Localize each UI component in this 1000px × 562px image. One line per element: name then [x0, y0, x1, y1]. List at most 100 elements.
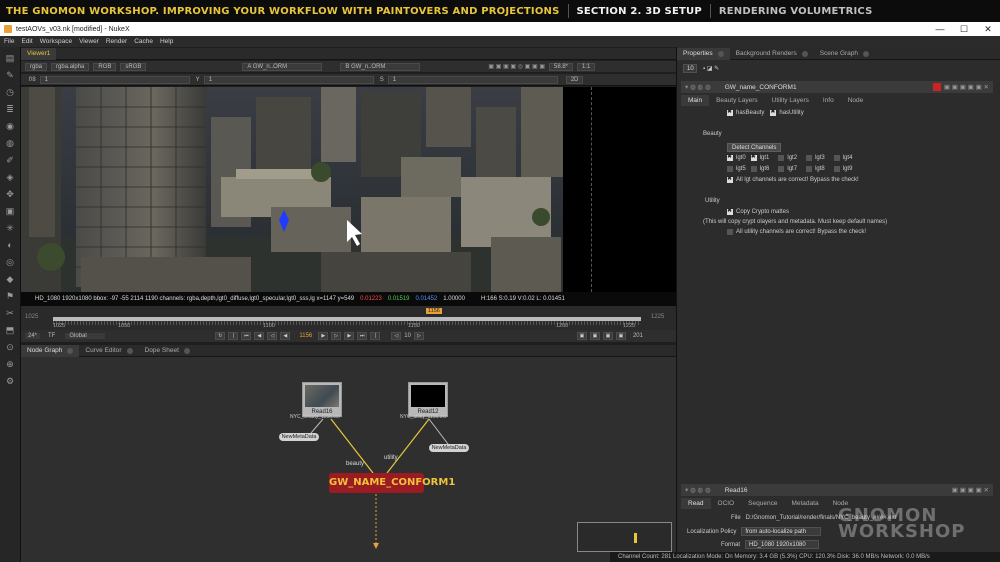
tab-ocio[interactable]: OCIO — [711, 498, 742, 509]
tab-beauty-layers[interactable]: Beauty Layers — [709, 95, 765, 106]
filter-icon[interactable]: ◍ — [4, 138, 16, 149]
channel-icon[interactable]: ≣ — [4, 104, 16, 115]
gain-slider[interactable]: 1 — [39, 75, 190, 84]
plugin-icon[interactable]: ⚙ — [4, 376, 16, 387]
lgt0-checkbox[interactable] — [727, 153, 733, 161]
collapse-icon[interactable]: ▾ ◍ ◍ ◍ — [685, 83, 711, 91]
loop-button[interactable]: ↻ — [215, 332, 226, 340]
all-util-checkbox[interactable] — [727, 229, 733, 235]
step-back-button[interactable]: ◁ — [267, 332, 278, 340]
tab-utility-layers[interactable]: Utility Layers — [765, 95, 816, 106]
has-utility-checkbox[interactable] — [770, 108, 777, 116]
ocula-icon[interactable]: ⊙ — [4, 342, 16, 353]
node-color-button[interactable] — [932, 83, 941, 91]
current-frame-field[interactable]: 1156 — [299, 333, 312, 339]
minimize-button[interactable]: — — [928, 22, 952, 36]
transform-icon[interactable]: ✥ — [4, 189, 16, 200]
maximize-button[interactable]: ☐ — [952, 22, 976, 36]
tf-dropdown[interactable]: TF — [48, 333, 55, 339]
viewer-tool-icons[interactable]: ▣ ▣ ▣ ▣ ◎ ▣ ▣ ▣ — [488, 63, 545, 70]
alpha-dropdown[interactable]: rgba.alpha — [51, 62, 90, 71]
tab-dope-sheet[interactable]: Dope Sheet — [139, 345, 196, 357]
fps-field[interactable]: 24* — [25, 333, 41, 339]
range-button[interactable]: ▣ — [615, 332, 626, 340]
viewer-image[interactable] — [21, 87, 563, 292]
lgt4-checkbox[interactable] — [833, 155, 840, 161]
channels-dropdown[interactable]: rgba — [25, 62, 48, 71]
tab-background-renders[interactable]: Background Renders — [730, 48, 814, 60]
menu-cache[interactable]: Cache — [134, 38, 153, 45]
particles-icon[interactable]: ✳ — [4, 223, 16, 234]
has-beauty-checkbox[interactable] — [727, 108, 733, 116]
tab-main[interactable]: Main — [681, 95, 710, 106]
close-tab-icon[interactable] — [183, 347, 190, 354]
increment-back-button[interactable]: ◁ — [391, 332, 402, 340]
keyer-icon[interactable]: ✐ — [4, 155, 16, 166]
read12-node[interactable]: Read12 — [408, 382, 448, 417]
localization-dropdown[interactable]: from auto-localize path — [741, 527, 822, 536]
global-dropdown[interactable]: Global — [65, 333, 106, 339]
tab-curve-editor[interactable]: Curve Editor — [79, 345, 138, 357]
tab-viewer1[interactable]: Viewer1 — [21, 47, 57, 60]
increment-forward-button[interactable]: ▷ — [413, 332, 424, 340]
views-icon[interactable]: ◎ — [4, 257, 16, 268]
time-icon[interactable]: ◷ — [4, 87, 16, 98]
close-tab-icon[interactable] — [801, 50, 808, 57]
lgt7-checkbox[interactable] — [778, 166, 785, 172]
tab-scene-graph[interactable]: Scene Graph — [814, 48, 875, 60]
tab-metadata[interactable]: Metadata — [784, 498, 825, 509]
menu-render[interactable]: Render — [106, 38, 127, 45]
copy-crypto-checkbox[interactable] — [727, 207, 733, 215]
saturation-slider[interactable]: 1 — [387, 75, 558, 84]
play-button[interactable]: ▶ — [318, 332, 329, 340]
lgt8-checkbox[interactable] — [806, 166, 813, 172]
close-tab-icon[interactable] — [67, 347, 74, 354]
menu-viewer[interactable]: Viewer — [79, 38, 99, 45]
menu-edit[interactable]: Edit — [21, 38, 32, 45]
timeline-playhead[interactable]: 1156 — [426, 308, 442, 314]
skip-forward-button[interactable]: ⏭ — [357, 332, 368, 340]
lgt9-checkbox[interactable] — [833, 166, 840, 172]
skip-back-button[interactable]: ⏮ — [241, 332, 252, 340]
close-tab-icon[interactable] — [126, 347, 133, 354]
menu-workspace[interactable]: Workspace — [40, 38, 72, 45]
max-panels-field[interactable]: 10 — [683, 64, 697, 73]
furnace-icon[interactable]: ⬒ — [4, 325, 16, 336]
tab-properties[interactable]: Properties — [677, 47, 730, 60]
cache-button[interactable]: ▣ — [589, 332, 600, 340]
step-forward-button[interactable]: ▷ — [331, 332, 342, 340]
lgt1-checkbox[interactable] — [750, 153, 757, 161]
detect-channels-button[interactable]: Detect Channels — [727, 143, 782, 152]
newmetadata-node-2[interactable]: NewMetaData — [429, 444, 469, 452]
play-back-button[interactable]: ◀ — [280, 332, 291, 340]
close-button[interactable]: ✕ — [976, 22, 1000, 36]
gw-name-conform-node[interactable]: GW_NAME_CONFORM1 — [329, 473, 455, 493]
tab-node-graph[interactable]: Node Graph — [21, 344, 80, 357]
3d-icon[interactable]: ▣ — [4, 206, 16, 217]
all-lgt-checkbox[interactable] — [727, 175, 733, 183]
pin-icon[interactable]: ▪ ◪ ✎ — [703, 65, 719, 72]
format-dropdown[interactable]: HD_1080 1920x1080 — [745, 540, 820, 549]
lut-dropdown[interactable]: sRGB — [120, 62, 147, 71]
input-b-dropdown[interactable]: B GW_n..ORM — [340, 62, 421, 71]
timeline[interactable]: 1025 1225 1025 1050 1100 1150 1200 1225 … — [21, 306, 676, 330]
lgt2-checkbox[interactable] — [778, 155, 785, 161]
tab-read[interactable]: Read — [681, 498, 711, 509]
cara-icon[interactable]: ⊕ — [4, 359, 16, 370]
ratio-field[interactable]: 1:1 — [577, 62, 596, 71]
display-channel-dropdown[interactable]: RGB — [93, 62, 117, 71]
deep-icon[interactable]: ◐ — [4, 240, 16, 251]
read-node-header-icons[interactable]: ▣ ▣ ▣ ▣ ✕ — [952, 486, 989, 494]
next-key-button[interactable]: ▶ — [344, 332, 355, 340]
in-out-button[interactable]: ▣ — [576, 332, 587, 340]
newmetadata-node-1[interactable]: NewMetaData — [279, 433, 319, 441]
color-icon[interactable]: ◉ — [4, 121, 16, 132]
close-tab-icon[interactable] — [717, 50, 724, 57]
lgt3-checkbox[interactable] — [806, 155, 813, 161]
draw-icon[interactable]: ✎ — [4, 70, 16, 81]
toolsets-icon[interactable]: ⚑ — [4, 291, 16, 302]
menu-file[interactable]: File — [4, 38, 14, 45]
last-frame-button[interactable]: | — [370, 332, 381, 340]
tab-info[interactable]: Info — [816, 95, 841, 106]
read-node-name-field[interactable]: Read16 — [725, 487, 748, 494]
